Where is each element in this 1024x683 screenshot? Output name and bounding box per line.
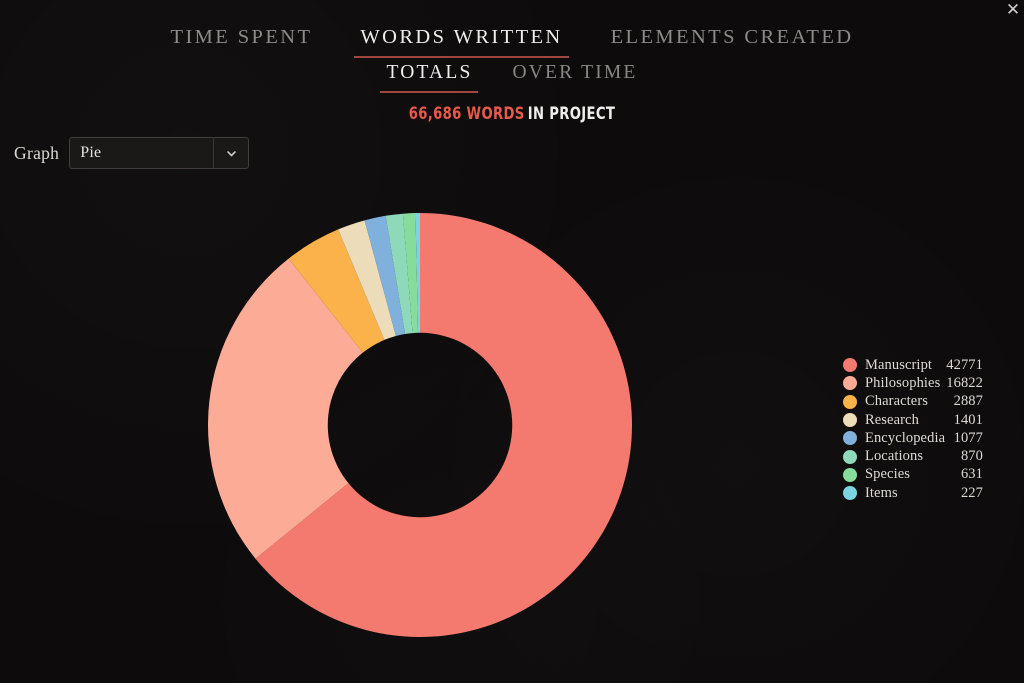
- legend-item-label: Encyclopedia: [865, 429, 946, 446]
- legend-item[interactable]: Characters 2887: [843, 393, 983, 411]
- legend-item-label: Philosophies: [865, 374, 941, 391]
- legend-item-value: 2887: [953, 393, 983, 410]
- chart-legend: Manuscript 42771 Philosophies 16822 Characte…: [843, 356, 983, 502]
- tab-over-time[interactable]: OVER TIME: [506, 62, 643, 93]
- legend-color-swatch: [843, 486, 857, 501]
- legend-item[interactable]: Research 1401: [843, 411, 983, 429]
- primary-tabbar: TIME SPENT WORDS WRITTEN ELEMENTS CREATE…: [0, 26, 1024, 58]
- legend-item-label: Locations: [865, 448, 924, 465]
- legend-item-value: 16822: [946, 374, 983, 391]
- donut-chart-svg: [208, 213, 632, 637]
- tab-elements-created[interactable]: ELEMENTS CREATED: [605, 26, 860, 58]
- legend-item-value: 1077: [953, 429, 983, 446]
- legend-item[interactable]: Items 227: [843, 484, 983, 502]
- tab-totals[interactable]: TOTALS: [380, 62, 479, 93]
- legend-item-label: Characters: [865, 393, 928, 410]
- legend-color-swatch: [843, 358, 857, 373]
- headline-total-words: 66,686 WORDS IN PROJECT: [102, 104, 921, 123]
- legend-item[interactable]: Species 631: [843, 466, 983, 484]
- legend-color-swatch: [843, 394, 857, 409]
- legend-item-value: 631: [960, 466, 983, 483]
- legend-color-swatch: [843, 431, 857, 446]
- legend-item[interactable]: Locations 870: [843, 447, 983, 465]
- graph-control-row: Graph Pie: [14, 137, 250, 169]
- tab-words-written[interactable]: WORDS WRITTEN: [354, 26, 569, 58]
- donut-chart[interactable]: [208, 213, 632, 637]
- legend-item-label: Manuscript: [865, 356, 933, 373]
- legend-color-swatch: [843, 376, 857, 391]
- legend-color-swatch: [843, 413, 857, 428]
- legend-item-label: Research: [865, 411, 919, 428]
- legend-color-swatch: [843, 449, 857, 464]
- legend-item-label: Species: [865, 466, 910, 483]
- legend-item[interactable]: Encyclopedia 1077: [843, 429, 983, 447]
- tab-time-spent[interactable]: TIME SPENT: [165, 26, 319, 58]
- graph-type-value: Pie: [80, 144, 102, 161]
- graph-type-select[interactable]: Pie: [69, 137, 250, 169]
- legend-item-value: 1401: [953, 411, 983, 428]
- graph-type-select-arrow[interactable]: [213, 138, 248, 168]
- headline-suffix: IN PROJECT: [527, 104, 616, 123]
- graph-label: Graph: [14, 142, 60, 163]
- legend-item[interactable]: Manuscript 42771: [843, 356, 983, 374]
- close-icon[interactable]: ✕: [1000, 0, 1024, 22]
- chevron-down-icon: [226, 150, 236, 156]
- legend-item-value: 227: [960, 484, 983, 501]
- headline-count: 66,686 WORDS: [408, 104, 525, 123]
- legend-item-value: 42771: [946, 356, 983, 373]
- legend-item-value: 870: [960, 448, 983, 465]
- stats-panel: ✕ TIME SPENT WORDS WRITTEN ELEMENTS CREA…: [0, 0, 1024, 683]
- legend-item[interactable]: Philosophies 16822: [843, 374, 983, 392]
- legend-item-label: Items: [865, 484, 898, 501]
- legend-color-swatch: [843, 467, 857, 482]
- secondary-tabbar: TOTALS OVER TIME: [0, 62, 1024, 93]
